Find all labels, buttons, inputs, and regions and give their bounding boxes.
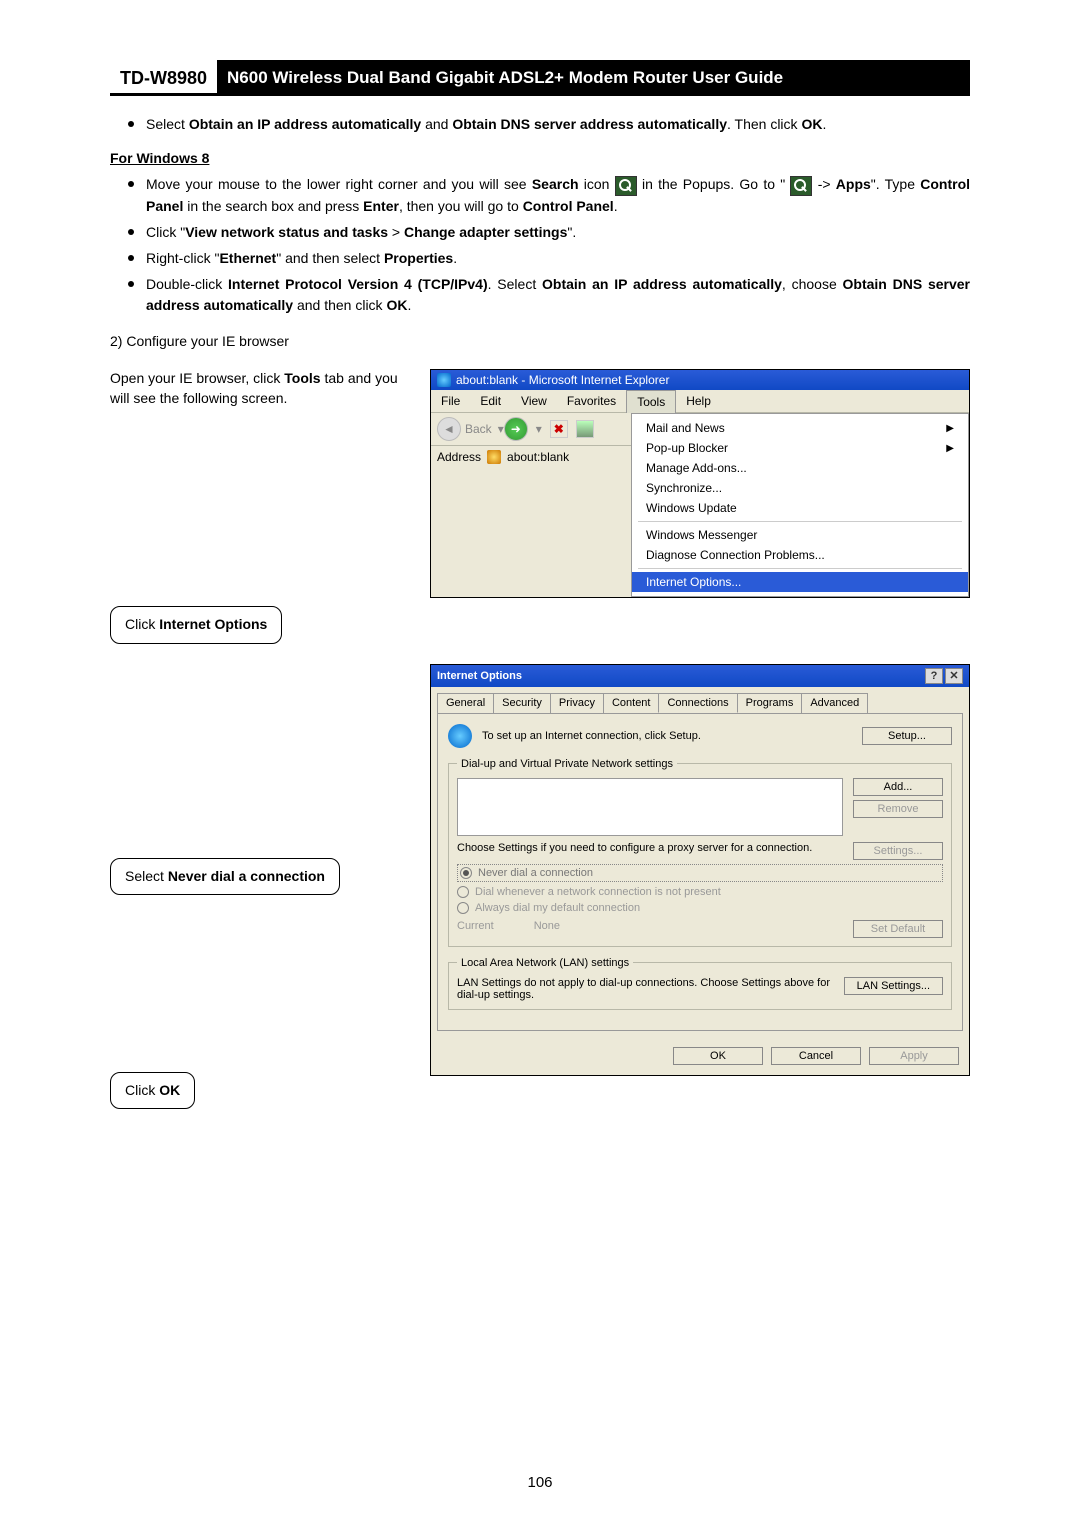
ie-icon	[437, 373, 451, 387]
proxy-text: Choose Settings if you need to configure…	[457, 842, 843, 860]
lan-text: LAN Settings do not apply to dial-up con…	[457, 977, 834, 1001]
radio-icon	[460, 867, 472, 879]
lan-fieldset: Local Area Network (LAN) settings LAN Se…	[448, 957, 952, 1010]
bullet-item: Right-click "Ethernet" and then select P…	[146, 248, 970, 268]
bullet-list-top: Select Obtain an IP address automaticall…	[110, 114, 970, 134]
address-value[interactable]: about:blank	[507, 450, 569, 464]
apply-button: Apply	[869, 1047, 959, 1065]
titlebar-buttons: ?✕	[923, 668, 963, 684]
setdefault-button: Set Default	[853, 920, 943, 938]
back-label: Back	[465, 422, 492, 436]
dialog-body: To set up an Internet connection, click …	[437, 713, 963, 1031]
bullet-item: Click "View network status and tasks > C…	[146, 222, 970, 242]
ie-menubar[interactable]: File Edit View Favorites Tools Help	[431, 390, 969, 413]
header: TD-W8980 N600 Wireless Dual Band Gigabit…	[110, 60, 970, 96]
instruction-1: Open your IE browser, click Tools tab an…	[110, 369, 430, 408]
instruction-4: Click OK	[110, 1072, 195, 1110]
lan-settings-button[interactable]: LAN Settings...	[844, 977, 943, 995]
lan-legend: Local Area Network (LAN) settings	[457, 957, 633, 969]
instruction-3: Select Never dial a connection	[110, 858, 340, 896]
cancel-button[interactable]: Cancel	[771, 1047, 861, 1065]
stop-button[interactable]: ✖	[550, 420, 568, 438]
separator	[638, 521, 962, 522]
dialup-list[interactable]	[457, 778, 843, 836]
tab-privacy[interactable]: Privacy	[550, 693, 604, 713]
setup-text: To set up an Internet connection, click …	[482, 730, 852, 742]
search-icon	[615, 176, 637, 196]
page-number: 106	[0, 1474, 1080, 1491]
tab-content[interactable]: Content	[603, 693, 660, 713]
add-button[interactable]: Add...	[853, 778, 943, 796]
help-button[interactable]: ?	[925, 668, 943, 684]
address-label: Address	[437, 450, 481, 464]
menu-help[interactable]: Help	[676, 390, 721, 412]
menu-addons[interactable]: Manage Add-ons...	[632, 458, 968, 478]
ie-toolbar: ◄ Back▾ ➜▾ ✖	[431, 413, 631, 446]
close-button[interactable]: ✕	[945, 668, 963, 684]
radio-never-dial[interactable]: Never dial a connection	[457, 864, 943, 882]
tools-dropdown: Mail and News▶ Pop-up Blocker▶ Manage Ad…	[631, 413, 969, 597]
radio-always-dial[interactable]: Always dial my default connection	[457, 902, 943, 914]
ok-button[interactable]: OK	[673, 1047, 763, 1065]
menu-sync[interactable]: Synchronize...	[632, 478, 968, 498]
menu-file[interactable]: File	[431, 390, 470, 412]
menu-messenger[interactable]: Windows Messenger	[632, 525, 968, 545]
dialog-titlebar: Internet Options ?✕	[431, 665, 969, 687]
globe-icon	[448, 724, 472, 748]
current-label: Current	[457, 920, 494, 938]
menu-internet-options[interactable]: Internet Options...	[632, 572, 968, 592]
menu-edit[interactable]: Edit	[470, 390, 511, 412]
dialog-buttons: OK Cancel Apply	[431, 1037, 969, 1075]
radio-icon	[457, 902, 469, 914]
refresh-button[interactable]	[576, 420, 594, 438]
current-value: None	[534, 920, 560, 938]
page-icon	[487, 450, 501, 464]
setup-button[interactable]: Setup...	[862, 727, 952, 745]
tab-general[interactable]: General	[437, 693, 494, 713]
ie-titlebar: about:blank - Microsoft Internet Explore…	[431, 370, 969, 390]
address-bar: Address about:blank	[431, 446, 631, 468]
bullet-item: Move your mouse to the lower right corne…	[146, 174, 970, 216]
dialup-fieldset: Dial-up and Virtual Private Network sett…	[448, 758, 952, 947]
remove-button: Remove	[853, 800, 943, 818]
instruction-2: Click Internet Options	[110, 606, 282, 644]
menu-diagnose[interactable]: Diagnose Connection Problems...	[632, 545, 968, 565]
menu-winupdate[interactable]: Windows Update	[632, 498, 968, 518]
tab-connections[interactable]: Connections	[658, 693, 737, 713]
menu-tools[interactable]: Tools	[626, 390, 676, 413]
forward-button[interactable]: ➜	[504, 417, 528, 441]
settings-button: Settings...	[853, 842, 943, 860]
dialog-tabs: General Security Privacy Content Connect…	[431, 687, 969, 713]
radio-icon	[457, 886, 469, 898]
menu-popup-blocker[interactable]: Pop-up Blocker▶	[632, 438, 968, 458]
bullet-list-win8: Move your mouse to the lower right corne…	[110, 174, 970, 315]
bullet-item: Select Obtain an IP address automaticall…	[146, 114, 970, 134]
page: TD-W8980 N600 Wireless Dual Band Gigabit…	[0, 0, 1080, 1527]
menu-favorites[interactable]: Favorites	[557, 390, 626, 412]
tab-security[interactable]: Security	[493, 693, 551, 713]
menu-view[interactable]: View	[511, 390, 557, 412]
ie-window: about:blank - Microsoft Internet Explore…	[430, 369, 970, 598]
windows8-heading: For Windows 8	[110, 150, 970, 166]
model-label: TD-W8980	[110, 60, 217, 93]
radio-dial-when[interactable]: Dial whenever a network connection is no…	[457, 886, 943, 898]
menu-mail-news[interactable]: Mail and News▶	[632, 418, 968, 438]
separator	[638, 568, 962, 569]
step-2: 2) Configure your IE browser	[110, 333, 970, 349]
tab-programs[interactable]: Programs	[737, 693, 803, 713]
dialup-legend: Dial-up and Virtual Private Network sett…	[457, 758, 677, 770]
bullet-item: Double-click Internet Protocol Version 4…	[146, 274, 970, 315]
tab-advanced[interactable]: Advanced	[801, 693, 868, 713]
internet-options-dialog: Internet Options ?✕ General Security Pri…	[430, 664, 970, 1076]
guide-title: N600 Wireless Dual Band Gigabit ADSL2+ M…	[217, 60, 970, 93]
search-icon	[790, 176, 812, 196]
back-button[interactable]: ◄	[437, 417, 461, 441]
